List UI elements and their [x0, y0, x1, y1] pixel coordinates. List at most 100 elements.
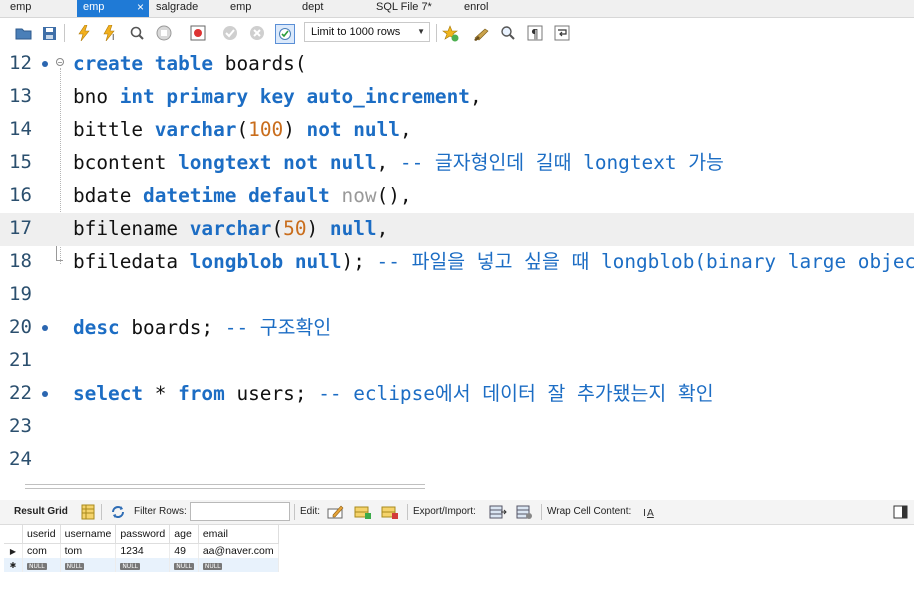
- word-wrap-icon[interactable]: [553, 24, 571, 42]
- rollback-x-icon[interactable]: [248, 24, 266, 42]
- invisible-chars-pilcrow-icon[interactable]: ¶: [526, 24, 544, 42]
- cell-password[interactable]: 1234: [115, 543, 171, 558]
- line-number: 16: [9, 184, 32, 206]
- code-text: (: [236, 118, 249, 141]
- toolbar-separator: [541, 504, 542, 520]
- code-text: bfiledata: [73, 250, 190, 273]
- svg-text:¶: ¶: [531, 27, 539, 41]
- autocommit-toggle-icon[interactable]: [275, 24, 295, 44]
- toolbar-separator: [407, 504, 408, 520]
- export-icon[interactable]: [489, 504, 507, 520]
- tab-salgrade[interactable]: salgrade: [150, 0, 210, 17]
- cell-email[interactable]: aa@naver.com: [198, 543, 279, 558]
- delete-row-icon[interactable]: [381, 504, 398, 520]
- code-line[interactable]: 18 bfiledata longblob null); -- 파일을 넣고 싶…: [0, 246, 914, 279]
- tab-sql-file-7[interactable]: SQL File 7*: [370, 0, 450, 17]
- add-row-icon[interactable]: [354, 504, 371, 520]
- line-number: 15: [9, 151, 32, 173]
- filter-rows-label: Filter Rows:: [134, 506, 187, 517]
- execute-current-icon[interactable]: I: [101, 24, 119, 42]
- result-toolbar: Result Grid Filter Rows: Edit: Export/Im…: [0, 500, 914, 525]
- cell-null[interactable]: NULL: [169, 558, 199, 572]
- panel-toggle-icon[interactable]: [893, 504, 909, 520]
- cell-null[interactable]: NULL: [22, 558, 61, 572]
- line-number: 19: [9, 283, 32, 305]
- code-line[interactable]: 14 bittle varchar(100) not null,: [0, 114, 914, 147]
- column-header-email[interactable]: email: [198, 525, 279, 544]
- function-name: now: [341, 184, 377, 207]
- code-line[interactable]: 23: [0, 411, 914, 444]
- table-row[interactable]: ▶ com tom 1234 49 aa@naver.com: [4, 543, 279, 558]
- code-line[interactable]: 16 bdate datetime default now(),: [0, 180, 914, 213]
- code-text: ,: [376, 151, 400, 174]
- cell-userid[interactable]: com: [22, 543, 61, 558]
- code-text: *: [143, 382, 179, 405]
- tab-dept[interactable]: dept: [296, 0, 356, 17]
- add-snippet-star-icon[interactable]: [441, 24, 459, 42]
- find-magnifier-icon[interactable]: [499, 24, 517, 42]
- explain-magnifier-icon[interactable]: [128, 24, 146, 42]
- execute-lightning-icon[interactable]: [75, 24, 93, 42]
- open-folder-icon[interactable]: [14, 24, 32, 42]
- cell-null[interactable]: NULL: [115, 558, 171, 572]
- code-text: ): [283, 118, 307, 141]
- code-line[interactable]: 19: [0, 279, 914, 312]
- beautify-broom-icon[interactable]: [472, 24, 490, 42]
- chevron-down-icon: ▼: [417, 27, 425, 36]
- row-marker-header: [4, 525, 23, 544]
- tab-emp-2[interactable]: emp: [224, 0, 284, 17]
- export-import-label: Export/Import:: [413, 506, 476, 517]
- keyword: create table: [73, 52, 214, 75]
- code-line[interactable]: 21: [0, 345, 914, 378]
- close-icon[interactable]: ×: [137, 0, 144, 15]
- result-grid-tab[interactable]: Result Grid: [14, 500, 68, 524]
- code-text: bdate: [73, 184, 144, 207]
- stop-hand-icon[interactable]: [155, 24, 173, 42]
- keyword: null: [329, 217, 377, 240]
- tab-label: SQL File 7*: [376, 1, 432, 13]
- toggle-stop-on-error-icon[interactable]: [189, 24, 207, 42]
- wrap-cell-icon[interactable]: IA: [642, 504, 658, 520]
- result-grid: userid username password age email ▶ com…: [4, 525, 279, 572]
- commit-check-icon[interactable]: [221, 24, 239, 42]
- import-icon[interactable]: [516, 504, 532, 520]
- tab-emp-active[interactable]: emp ×: [77, 0, 149, 17]
- cell-null[interactable]: NULL: [198, 558, 279, 572]
- code-line[interactable]: 22 select * from users; -- eclipse에서 데이터…: [0, 378, 914, 411]
- filter-rows-input[interactable]: [190, 502, 290, 521]
- horizontal-scrollbar[interactable]: [25, 484, 425, 489]
- tab-emp-1[interactable]: emp: [4, 0, 74, 17]
- code-line[interactable]: 13 bno int primary key auto_increment,: [0, 81, 914, 114]
- column-header-age[interactable]: age: [169, 525, 199, 544]
- tab-label: salgrade: [156, 1, 199, 13]
- tab-enrol[interactable]: enrol: [458, 0, 518, 17]
- code-text: (),: [376, 184, 412, 207]
- cell-null[interactable]: NULL: [60, 558, 117, 572]
- code-line[interactable]: 15 bcontent longtext not null, -- 글자형인데 …: [0, 147, 914, 180]
- cell-username[interactable]: tom: [60, 543, 117, 558]
- save-icon[interactable]: [40, 24, 58, 42]
- cell-age[interactable]: 49: [169, 543, 199, 558]
- fold-collapse-icon[interactable]: −: [56, 58, 64, 67]
- sql-editor[interactable]: 12 − create table boards( 13 bno int pri…: [0, 48, 914, 478]
- code-line[interactable]: 24: [0, 444, 914, 477]
- edit-row-icon[interactable]: [327, 504, 344, 520]
- line-number: 13: [9, 85, 32, 107]
- null-badge: NULL: [120, 563, 140, 570]
- statement-dot-icon: [42, 391, 48, 397]
- null-badge: NULL: [27, 563, 47, 570]
- limit-rows-select[interactable]: Limit to 1000 rows ▼: [304, 22, 430, 42]
- comment: -- 글자형인데 길때 longtext 가능: [399, 151, 724, 174]
- new-row[interactable]: ✱ NULL NULL NULL NULL NULL: [4, 558, 279, 572]
- code-line[interactable]: 20 desc boards; -- 구조확인: [0, 312, 914, 345]
- refresh-icon[interactable]: [110, 504, 126, 520]
- code-line[interactable]: 12 − create table boards(: [0, 48, 914, 81]
- line-number: 12: [9, 52, 32, 74]
- column-header-userid[interactable]: userid: [22, 525, 61, 544]
- keyword: not null: [306, 118, 400, 141]
- code-line-current[interactable]: 17 bfilename varchar(50) null,: [0, 213, 914, 246]
- line-number: 14: [9, 118, 32, 140]
- column-header-password[interactable]: password: [115, 525, 171, 544]
- column-header-username[interactable]: username: [60, 525, 117, 544]
- grid-view-icon[interactable]: [81, 504, 97, 520]
